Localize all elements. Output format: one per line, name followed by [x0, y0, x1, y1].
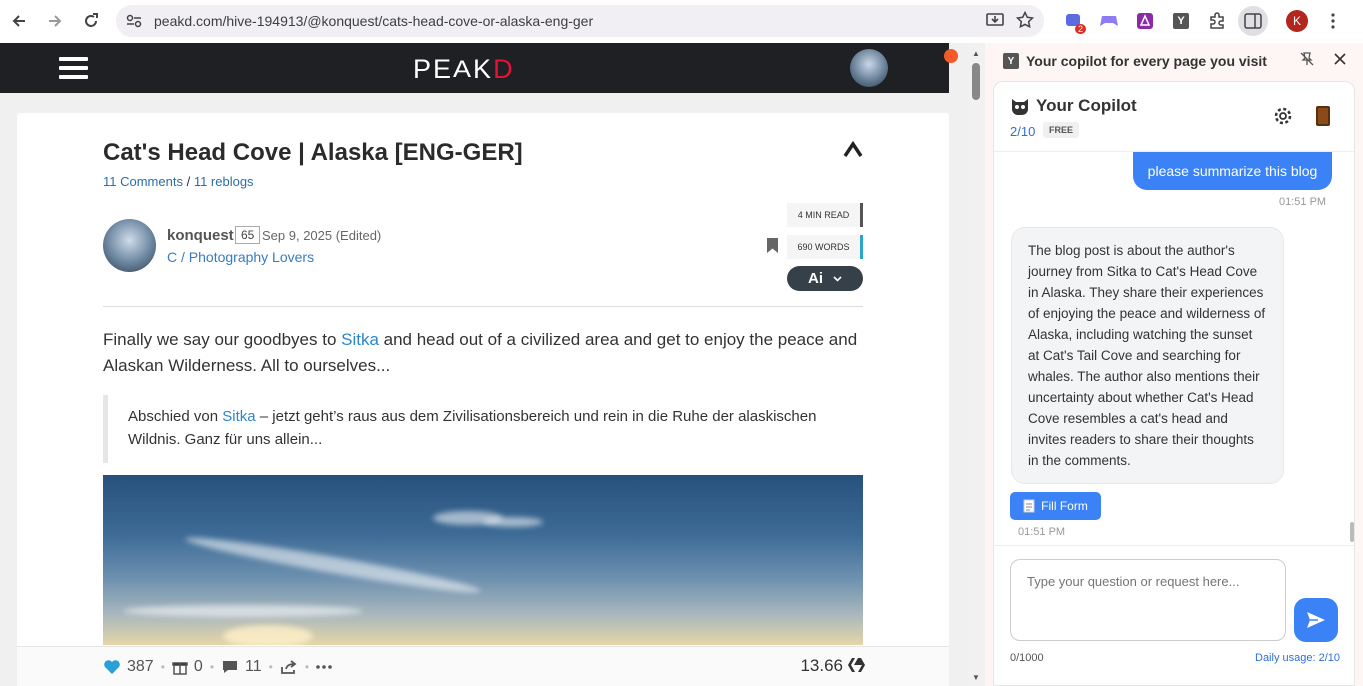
post-action-bar: 387 • 0 • 11 • • 13.66 [17, 646, 949, 686]
y-logo-icon: Y [1003, 53, 1019, 69]
notification-dot[interactable] [944, 49, 958, 63]
more-menu-icon[interactable] [1318, 6, 1348, 36]
address-bar[interactable]: peakd.com/hive-194913/@konquest/cats-hea… [116, 5, 1044, 37]
copilot-logo-icon [1010, 96, 1030, 121]
gear-icon[interactable] [1273, 106, 1293, 131]
usage-count: 2/10 [1010, 124, 1036, 139]
install-app-icon[interactable] [986, 11, 1004, 34]
user-message-time: 01:51 PM [1279, 196, 1327, 208]
daily-usage: Daily usage: 2/10 [1255, 652, 1340, 664]
scroll-thumb[interactable] [972, 63, 980, 100]
side-panel-title: Your copilot for every page you visit [1026, 53, 1267, 69]
browser-toolbar: peakd.com/hive-194913/@konquest/cats-hea… [0, 0, 1363, 43]
unpin-icon[interactable] [1300, 52, 1314, 69]
post-counts: 11 Comments / 11 reblogs [103, 174, 254, 189]
plan-badge: FREE [1043, 122, 1080, 138]
bookmark-icon[interactable] [767, 238, 778, 253]
share-icon [280, 659, 297, 674]
assistant-message-time: 01:51 PM [1018, 526, 1066, 538]
close-icon[interactable] [1334, 49, 1346, 70]
user-message: please summarize this blog [1133, 152, 1332, 190]
share-button[interactable] [280, 659, 298, 675]
bookmark-star-icon[interactable] [1015, 10, 1035, 34]
chat-scrollbar[interactable] [1350, 522, 1354, 542]
tip-button[interactable]: 0 [172, 658, 203, 676]
more-actions-icon[interactable] [316, 664, 332, 669]
user-avatar[interactable] [850, 49, 888, 87]
comments-button[interactable]: 11 [221, 658, 262, 676]
side-panel-icon[interactable] [1238, 6, 1268, 36]
scroll-up-icon[interactable]: ▲ [972, 49, 980, 58]
comments-link[interactable]: 11 Comments [103, 174, 183, 189]
collapse-icon[interactable] [843, 140, 863, 159]
copilot-name: Your Copilot [1036, 96, 1137, 115]
post-photo[interactable] [103, 475, 863, 645]
divider [103, 306, 863, 307]
post-card: Cat's Head Cove | Alaska [ENG-GER] 11 Co… [17, 113, 949, 686]
char-count: 0/1000 [1010, 652, 1044, 664]
sitka-link[interactable]: Sitka [341, 330, 379, 349]
gift-icon [172, 661, 188, 675]
sitka-link-de[interactable]: Sitka [222, 408, 255, 425]
send-button[interactable] [1294, 598, 1338, 642]
profile-avatar[interactable]: K [1282, 6, 1312, 36]
author-name[interactable]: konquest [167, 227, 234, 244]
url-text: peakd.com/hive-194913/@konquest/cats-hea… [154, 13, 594, 29]
author-avatar[interactable] [103, 219, 156, 272]
purple-extension-icon[interactable] [1130, 6, 1160, 36]
word-count-badge: 690 WORDS [787, 235, 863, 259]
send-icon [1307, 612, 1325, 628]
chat-input[interactable] [1010, 559, 1286, 641]
extensions-bar: 2 Y K [1058, 6, 1348, 36]
scroll-down-icon[interactable]: ▼ [972, 673, 980, 682]
game-extension-icon[interactable] [1094, 6, 1124, 36]
chat-input-area: 0/1000 Daily usage: 2/10 [994, 545, 1354, 685]
web-page: PEAKD Cat's Head Cove | Alaska [ENG-GER]… [0, 43, 968, 686]
site-info-icon[interactable] [122, 14, 146, 28]
reputation-badge: 65 [235, 226, 261, 244]
extension-badge: 2 [1074, 24, 1086, 34]
peakd-logo[interactable]: PEAKD [413, 54, 515, 85]
back-icon[interactable] [4, 6, 34, 36]
forward-icon[interactable] [40, 6, 70, 36]
side-panel: Y Your copilot for every page you visit … [985, 43, 1363, 686]
post-paragraph: Finally we say our goodbyes to Sitka and… [103, 330, 858, 375]
puzzle-extensions-icon[interactable] [1202, 6, 1232, 36]
page-scrollbar[interactable]: ▲ ▼ [968, 43, 985, 686]
reload-icon[interactable] [76, 6, 106, 36]
community-link[interactable]: C / Photography Lovers [167, 249, 314, 265]
payout-value[interactable]: 13.66 [800, 656, 843, 676]
y-extension-icon[interactable]: Y [1166, 6, 1196, 36]
copilot-extension-icon[interactable]: 2 [1058, 6, 1088, 36]
copilot-chat: Your Copilot 2/10 FREE please summarize … [993, 81, 1355, 686]
menu-icon[interactable] [59, 57, 88, 79]
german-quote: Abschied von Sitka – jetzt geht’s raus a… [103, 395, 863, 463]
site-header: PEAKD [0, 43, 958, 93]
reblogs-link[interactable]: 11 reblogs [194, 174, 254, 189]
heart-icon [104, 659, 120, 674]
ai-button[interactable]: Ai [787, 266, 863, 291]
post-title: Cat's Head Cove | Alaska [ENG-GER] [103, 139, 523, 166]
document-icon [1023, 499, 1035, 513]
vote-button[interactable]: 387 [103, 658, 154, 676]
fill-form-button[interactable]: Fill Form [1010, 492, 1101, 520]
hive-icon [847, 657, 865, 678]
chevron-down-icon [833, 275, 842, 282]
exit-door-icon[interactable] [1316, 106, 1330, 126]
post-date: Sep 9, 2025 (Edited) [262, 228, 382, 243]
comment-icon [223, 660, 238, 673]
assistant-message: The blog post is about the author's jour… [1011, 227, 1284, 484]
copilot-header: Your Copilot 2/10 FREE [994, 82, 1354, 152]
read-time-badge: 4 MIN READ [787, 203, 863, 227]
